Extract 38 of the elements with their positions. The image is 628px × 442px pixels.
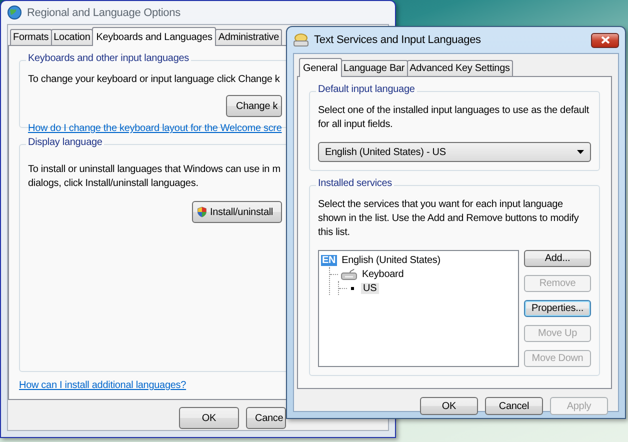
dropdown-arrow-icon	[577, 150, 584, 154]
list-action-button[interactable]: Add...	[524, 250, 591, 267]
dialog-button[interactable]: Cancel	[485, 397, 543, 415]
shield-icon	[197, 205, 207, 219]
tab[interactable]: Location	[50, 29, 94, 45]
tree-item[interactable]: Keyboard	[360, 268, 406, 280]
instruction-text: Select the services that you want for each input language shown in the list. Use the Add and Remove buttons to modify this list.	[318, 198, 580, 240]
close-icon	[600, 36, 610, 44]
language-badge: EN	[321, 254, 337, 266]
group-heading: Default input language	[316, 84, 417, 95]
tab[interactable]: Formats	[10, 29, 52, 45]
welcome-screen-link[interactable]: How do I change the keyboard layout for the Welcome scre	[28, 123, 282, 134]
window-title: Text Services and Input Languages	[314, 34, 481, 46]
tab[interactable]: Administrative	[215, 29, 282, 45]
group-heading: Keyboards and other input languages	[26, 53, 191, 64]
tab[interactable]: Advanced Key Settings	[406, 60, 513, 76]
instruction-text: To install or uninstall languages that Windows can use in m dialogs, click Install/uninstall languages.	[28, 163, 280, 191]
services-list[interactable]: EN English (United States) Keyboard US	[318, 250, 519, 367]
dialog-button[interactable]: OK	[179, 407, 239, 429]
install-languages-button[interactable]: Install/uninstall	[192, 201, 282, 223]
tree-item[interactable]: English (United States)	[340, 254, 442, 266]
group-heading: Display language	[26, 137, 104, 148]
tab[interactable]: General	[299, 58, 342, 77]
tab[interactable]: Language Bar	[340, 60, 408, 76]
change-keyboards-button[interactable]: Change k	[226, 95, 282, 117]
tree-item[interactable]: US	[361, 282, 379, 294]
close-button[interactable]	[591, 32, 619, 48]
instruction-text: To change your keyboard or input language click Change k	[28, 73, 280, 87]
dialog-button[interactable]: Cance	[246, 407, 286, 429]
instruction-text: Select one of the installed input languages to use as the default for all input fields.	[318, 104, 590, 132]
group-heading: Installed services	[316, 178, 394, 189]
dialog-button[interactable]: OK	[420, 397, 478, 415]
window-title: Regional and Language Options	[27, 6, 180, 18]
language-dropdown[interactable]: English (United States) - US	[318, 142, 591, 162]
install-languages-link[interactable]: How can I install additional languages?	[19, 380, 186, 391]
globe-icon	[7, 5, 22, 20]
tab[interactable]: Keyboards and Languages	[92, 27, 216, 46]
list-action-button[interactable]: Properties...	[524, 300, 591, 317]
